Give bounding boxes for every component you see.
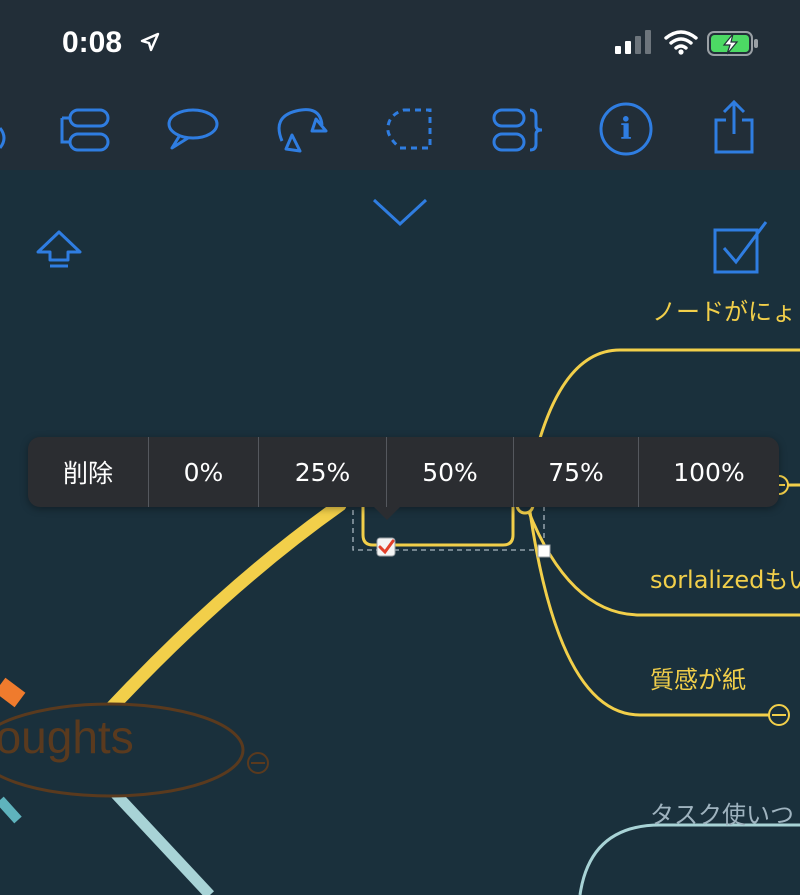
- menu-item-50-percent[interactable]: 50%: [387, 437, 514, 507]
- arrow-up-icon[interactable]: [36, 230, 82, 270]
- node-label-3[interactable]: 質感が紙: [650, 660, 746, 695]
- menu-item-75-percent[interactable]: 75%: [514, 437, 639, 507]
- menu-item-50-percent-label: 50%: [422, 457, 478, 487]
- light-branch: [107, 786, 215, 895]
- light-branch-small: [0, 796, 22, 824]
- resize-handle[interactable]: [537, 544, 551, 558]
- task-checkbox-icon[interactable]: [376, 537, 396, 557]
- orange-branch: [0, 677, 26, 708]
- collapse-button-node3[interactable]: [768, 704, 790, 726]
- menu-item-0-percent-label: 0%: [183, 457, 224, 487]
- node-label-4[interactable]: タスク使いつ: [650, 795, 794, 830]
- popup-pointer: [374, 507, 400, 520]
- checkbox-checked-icon[interactable]: [712, 218, 770, 276]
- progress-popup-menu: 削除 0% 25% 50% 75% 100%: [28, 437, 779, 507]
- menu-item-0-percent[interactable]: 0%: [149, 437, 259, 507]
- menu-item-100-percent-label: 100%: [673, 457, 745, 487]
- menu-item-75-percent-label: 75%: [548, 457, 604, 487]
- central-topic-label[interactable]: noughts: [0, 710, 134, 764]
- menu-item-delete[interactable]: 削除: [28, 437, 149, 507]
- main-branch: [93, 498, 347, 727]
- collapse-button-central[interactable]: [247, 752, 269, 774]
- menu-item-25-percent-label: 25%: [294, 457, 351, 487]
- node-label-1[interactable]: ノードがにょ: [652, 292, 796, 327]
- menu-item-delete-label: 削除: [62, 459, 113, 488]
- menu-item-100-percent[interactable]: 100%: [639, 437, 779, 507]
- branch-node4: [578, 823, 800, 895]
- chevron-down-icon[interactable]: [372, 198, 428, 228]
- node-label-2[interactable]: sorlalizedもい: [650, 560, 800, 595]
- menu-item-25-percent[interactable]: 25%: [259, 437, 387, 507]
